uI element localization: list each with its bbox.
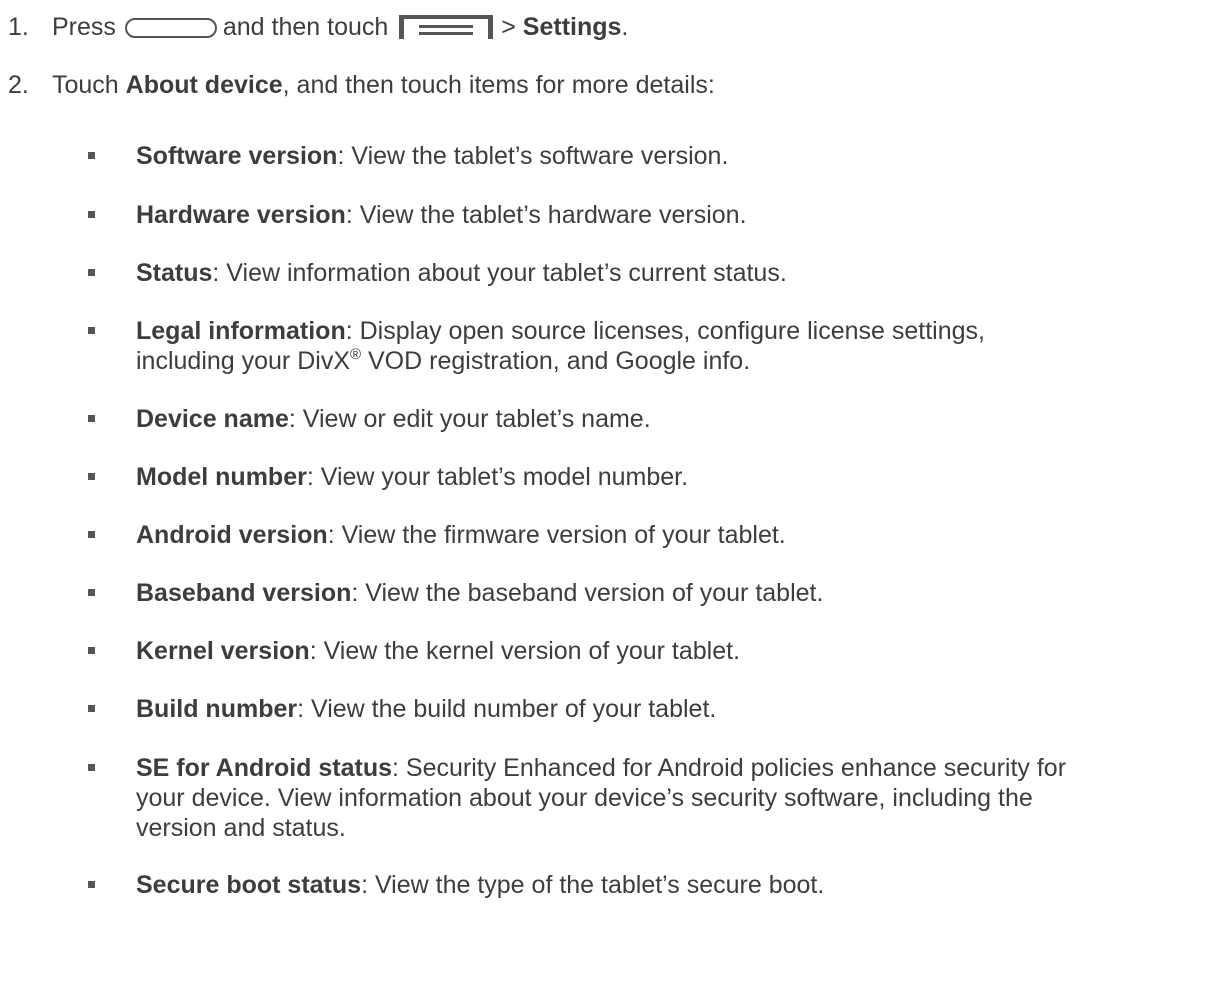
home-key-icon [124, 18, 217, 38]
item-description-line-2-end: VOD registration, and Google info. [361, 347, 751, 375]
item-text: Android version: View the firmware versi… [136, 520, 1206, 550]
about-device-label: About device [125, 71, 283, 99]
item-text: Device name: View or edit your tablet’s … [136, 404, 1206, 434]
bullet-icon [88, 531, 95, 538]
item-label: Build number [136, 695, 298, 723]
item-text: SE for Android status: Security Enhanced… [136, 753, 1206, 843]
step-text: Press and then touch > Settings. [52, 12, 628, 42]
item-text: Software version: View the tablet’s soft… [136, 141, 1206, 171]
bullet-icon [88, 327, 95, 334]
item-label: Software version [136, 142, 338, 170]
step-text: Touch About device, and then touch items… [52, 70, 715, 100]
item-description: : View information about your tablet’s c… [212, 259, 787, 287]
item-description-line-2: your device. View information about your… [136, 784, 1033, 812]
item-label: Baseband version [136, 579, 352, 607]
bullet-icon [88, 152, 95, 159]
step-text-rest: , and then touch items for more details: [282, 71, 715, 99]
bullet-icon [88, 473, 95, 480]
item-description-line-3: version and status. [136, 814, 346, 842]
item-description: : View the baseband version of your tabl… [351, 579, 824, 607]
separator: > [501, 13, 516, 41]
menu-key-icon [399, 15, 494, 39]
bullet-icon [88, 881, 95, 888]
item-text: Hardware version: View the tablet’s hard… [136, 200, 1206, 230]
item-text: Status: View information about your tabl… [136, 258, 1206, 288]
item-text: Build number: View the build number of y… [136, 694, 1206, 724]
item-label: Hardware version [136, 201, 346, 229]
item-label: Secure boot status [136, 871, 362, 899]
step-text-and-then-touch: and then touch [222, 13, 389, 41]
item-label: SE for Android status [136, 754, 393, 782]
item-label: Kernel version [136, 637, 310, 665]
item-description: : View the build number of your tablet. [297, 695, 717, 723]
registered-mark: ® [350, 346, 362, 363]
item-description: : Security Enhanced for Android policies… [392, 754, 1067, 782]
item-text: Legal information: Display open source l… [136, 316, 1206, 376]
item-description: : View the tablet’s software version. [337, 142, 729, 170]
item-description-line-2: including your DivX [136, 347, 350, 375]
step-number: 2. [8, 71, 29, 99]
item-text: Kernel version: View the kernel version … [136, 636, 1206, 666]
bullet-icon [88, 589, 95, 596]
item-label: Device name [136, 405, 289, 433]
bullet-icon [88, 211, 95, 218]
item-text: Baseband version: View the baseband vers… [136, 578, 1206, 608]
step-number: 1. [8, 13, 29, 41]
bullet-icon [88, 764, 95, 771]
bullet-icon [88, 647, 95, 654]
item-text: Model number: View your tablet’s model n… [136, 462, 1206, 492]
bullet-icon [88, 269, 95, 276]
item-description: : Display open source licenses, configur… [345, 317, 985, 345]
item-description: : View or edit your tablet’s name. [288, 405, 651, 433]
item-label: Legal information [136, 317, 346, 345]
step-period: . [621, 13, 629, 41]
bullet-icon [88, 415, 95, 422]
item-label: Model number [136, 463, 307, 491]
step-text-touch: Touch [52, 71, 119, 99]
item-label: Status [136, 259, 213, 287]
item-text: Secure boot status: View the type of the… [136, 870, 1206, 900]
item-description: : View the type of the tablet’s secure b… [361, 871, 825, 899]
item-label: Android version [136, 521, 328, 549]
settings-label: Settings [522, 13, 622, 41]
bullet-icon [88, 705, 95, 712]
item-description: : View your tablet’s model number. [306, 463, 689, 491]
item-description: : View the firmware version of your tabl… [327, 521, 786, 549]
step-text-press: Press [52, 13, 116, 41]
item-description: : View the tablet’s hardware version. [345, 201, 747, 229]
item-description: : View the kernel version of your tablet… [309, 637, 741, 665]
